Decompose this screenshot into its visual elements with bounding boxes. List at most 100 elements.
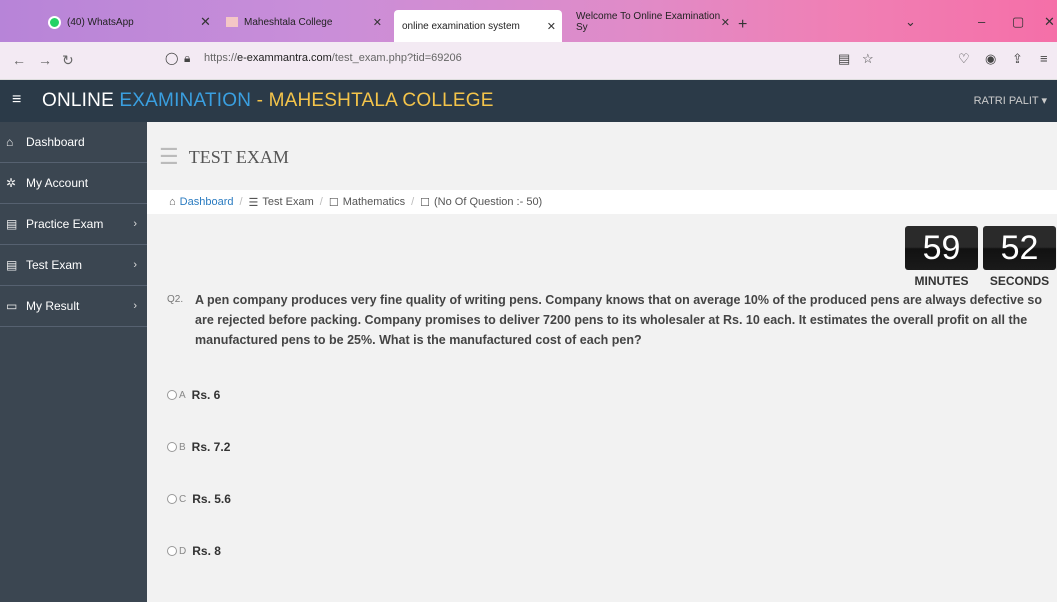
option-text: Rs. 6 <box>191 388 221 402</box>
sidebar: ⌂ Dashboard ✲ My Account ▤ Practice Exam… <box>0 122 147 602</box>
url-domain: e-exammantra.com <box>237 52 332 64</box>
tab-online-examination[interactable]: online examination system ✕ <box>394 10 562 42</box>
option-letter: C <box>179 493 187 505</box>
user-menu[interactable]: RATRI PALIT ▾ <box>974 94 1047 107</box>
breadcrumb-separator: / <box>319 196 323 208</box>
sidebar-item-test-exam[interactable]: ▤ Test Exam › <box>0 245 147 286</box>
list-icon: ☰ <box>248 196 259 209</box>
lock-icon[interactable]: 🔒︎ <box>184 51 190 66</box>
reload-icon[interactable]: ↻ <box>62 52 74 69</box>
breadcrumb-question-count: (No Of Question :- 50) <box>434 196 543 208</box>
option-a[interactable]: A Rs. 6 <box>167 388 220 402</box>
tab-label: Welcome To Online Examination Sy <box>576 11 721 33</box>
reader-view-icon[interactable]: ▤ <box>838 51 850 67</box>
document-icon: ▤ <box>6 258 18 272</box>
tab-label: (40) WhatsApp <box>67 16 134 28</box>
new-tab-button[interactable]: + <box>738 16 747 34</box>
option-letter: B <box>179 441 186 453</box>
sidebar-item-label: My Account <box>26 176 89 190</box>
tab-label: Maheshtala College <box>244 16 333 28</box>
minutes-label: MINUTES <box>914 274 969 288</box>
chevron-right-icon: › <box>133 218 137 230</box>
pocket-icon[interactable]: ♡ <box>958 51 970 67</box>
tab-whatsapp[interactable]: (40) WhatsApp <box>40 8 190 36</box>
tab-maheshtala-college[interactable]: Maheshtala College ✕ <box>218 8 388 36</box>
sidebar-item-dashboard[interactable]: ⌂ Dashboard <box>0 122 147 163</box>
chevron-right-icon: › <box>133 300 137 312</box>
url-path: /test_exam.php?tid=69206 <box>331 52 462 64</box>
breadcrumb-subject: Mathematics <box>342 196 406 208</box>
breadcrumb-dashboard[interactable]: Dashboard <box>180 196 234 208</box>
option-d[interactable]: D Rs. 8 <box>167 544 221 558</box>
gear-icon: ✲ <box>6 176 17 190</box>
sidebar-item-my-result[interactable]: ▭ My Result › <box>0 286 147 327</box>
close-window-button[interactable]: ✕ <box>1044 14 1055 30</box>
option-text: Rs. 7.2 <box>191 440 231 454</box>
question: Q2. A pen company produces very fine qua… <box>167 290 1047 350</box>
tab-close-icon[interactable]: ✕ <box>547 20 556 33</box>
account-icon[interactable]: ◉ <box>985 51 996 67</box>
caret-down-icon: ▾ <box>1041 95 1047 107</box>
breadcrumb: ⌂ Dashboard / ☰ Test Exam / ☐ Mathematic… <box>147 190 1057 214</box>
title-part-examination: EXAMINATION <box>119 90 252 111</box>
title-part-college: - MAHESHTALA COLLEGE <box>251 90 494 111</box>
document-icon: ▤ <box>6 217 18 231</box>
minutes-value: 59 <box>905 226 978 270</box>
option-letter: A <box>179 389 186 401</box>
option-c[interactable]: C Rs. 5.6 <box>167 492 231 506</box>
breadcrumb-separator: / <box>411 196 415 208</box>
question-text: A pen company produces very fine quality… <box>195 293 1042 347</box>
radio-button[interactable] <box>167 494 177 504</box>
radio-button[interactable] <box>167 390 177 400</box>
extensions-icon[interactable]: ⇪ <box>1012 51 1023 67</box>
breadcrumb-test-exam: Test Exam <box>262 196 314 208</box>
seconds-value: 52 <box>983 226 1056 270</box>
browser-toolbar: ← → ↻ ◯ 🔒︎ https://e-exammantra.com/test… <box>0 42 1057 80</box>
monitor-icon: ▭ <box>6 299 18 313</box>
sidebar-item-label: My Result <box>26 299 80 313</box>
chevron-right-icon: › <box>133 259 137 271</box>
page-title: ☰ TEST EXAM <box>159 144 289 170</box>
address-bar[interactable]: https://e-exammantra.com/test_exam.php?t… <box>204 52 462 64</box>
main-content: ☰ TEST EXAM ⌂ Dashboard / ☰ Test Exam / … <box>147 122 1057 602</box>
minimize-button[interactable]: – <box>978 14 985 29</box>
tab-close-icon[interactable]: ✕ <box>373 16 382 29</box>
menu-icon[interactable]: ≡ <box>1040 51 1048 66</box>
square-icon: ☐ <box>420 196 431 209</box>
list-icon: ☰ <box>159 144 179 169</box>
bookmark-star-icon[interactable]: ☆ <box>862 51 874 67</box>
page-title-text: TEST EXAM <box>188 146 289 167</box>
user-name: RATRI PALIT <box>973 95 1039 107</box>
tab-close-icon[interactable]: ✕ <box>721 16 730 29</box>
home-icon: ⌂ <box>6 135 14 149</box>
url-prefix: https:// <box>204 52 238 64</box>
tab-welcome[interactable]: Welcome To Online Examination Sy ✕ <box>568 8 736 36</box>
tab-list-icon[interactable]: ⌄ <box>905 14 916 30</box>
timer-seconds: 52 SECONDS <box>983 226 1056 288</box>
home-icon: ⌂ <box>169 196 176 208</box>
sidebar-item-label: Test Exam <box>26 258 83 272</box>
seconds-label: SECONDS <box>989 274 1050 288</box>
option-text: Rs. 8 <box>192 544 221 558</box>
option-b[interactable]: B Rs. 7.2 <box>167 440 230 454</box>
hamburger-icon[interactable]: ≡ <box>12 91 21 109</box>
forward-icon[interactable]: → <box>38 52 52 68</box>
radio-button[interactable] <box>167 546 177 556</box>
square-icon: ☐ <box>328 196 339 209</box>
title-part-online: ONLINE <box>42 90 120 111</box>
college-icon <box>226 17 238 27</box>
question-number: Q2. <box>167 294 184 305</box>
app-title: ONLINE EXAMINATION - MAHESHTALA COLLEGE <box>42 90 494 112</box>
sidebar-item-label: Practice Exam <box>26 217 104 231</box>
maximize-button[interactable]: ▢ <box>1012 14 1024 30</box>
back-icon[interactable]: ← <box>12 52 26 68</box>
option-text: Rs. 5.6 <box>192 492 231 506</box>
radio-button[interactable] <box>167 442 177 452</box>
sidebar-item-my-account[interactable]: ✲ My Account <box>0 163 147 204</box>
browser-tab-bar: (40) WhatsApp ✕ Maheshtala College ✕ onl… <box>0 0 1057 42</box>
shield-icon[interactable]: ◯ <box>165 51 178 65</box>
tab-close-icon[interactable]: ✕ <box>200 14 211 30</box>
sidebar-item-practice-exam[interactable]: ▤ Practice Exam › <box>0 204 147 245</box>
whatsapp-icon <box>48 15 61 29</box>
breadcrumb-separator: / <box>239 196 243 208</box>
